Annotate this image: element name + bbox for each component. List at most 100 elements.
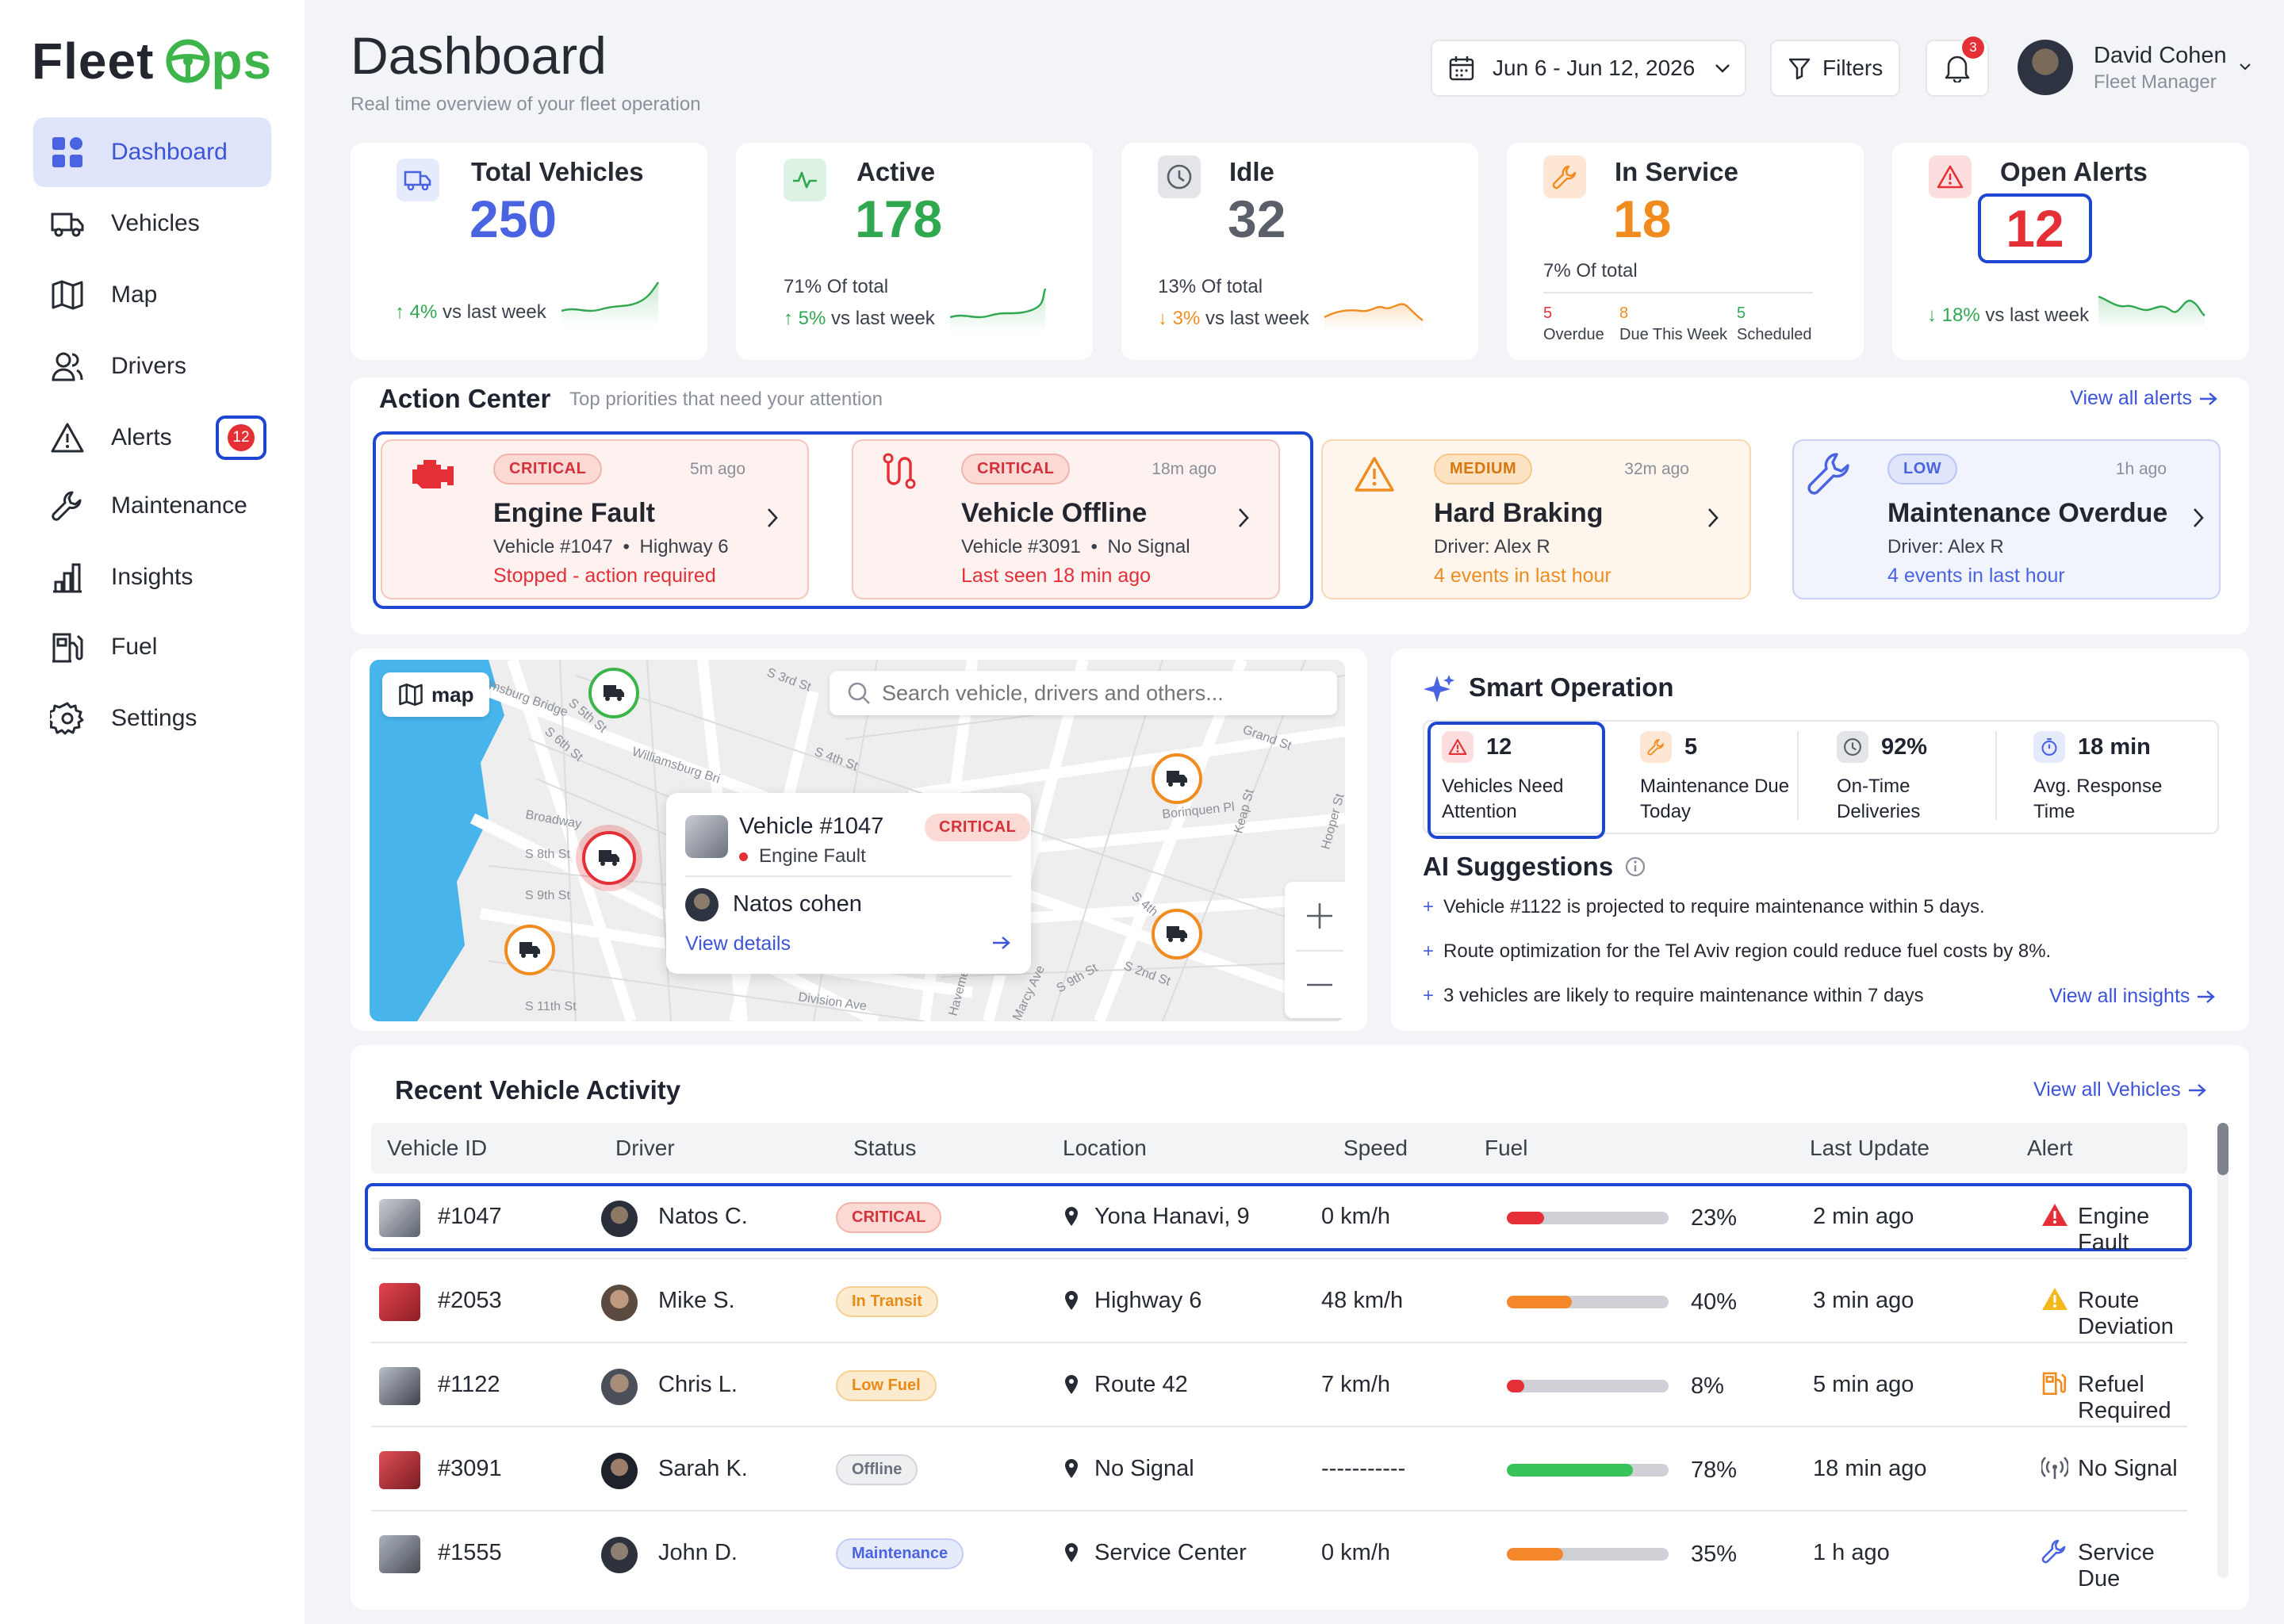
zoom-in-button[interactable]	[1285, 882, 1345, 950]
filter-icon	[1788, 58, 1811, 80]
table-row-2053[interactable]: #2053 Mike S. In Transit Highway 6 48 km…	[371, 1261, 2187, 1343]
alert-vehicle: Vehicle #1047	[493, 536, 613, 557]
sidebar-item-alerts[interactable]: Alerts 12	[33, 403, 271, 473]
column-header[interactable]: Speed	[1343, 1136, 1408, 1161]
alert-vehicle: Vehicle #3091	[961, 536, 1081, 557]
search-icon	[848, 682, 870, 704]
chevron-down-icon	[2240, 63, 2251, 71]
activity-title: Recent Vehicle Activity	[395, 1075, 681, 1105]
page-title: Dashboard	[351, 26, 607, 85]
view-all-insights-link[interactable]: View all insights	[2049, 985, 2217, 1008]
wrench-icon	[1807, 453, 1849, 495]
driver-avatar	[601, 1537, 638, 1573]
action-card-maintenance-overdue[interactable]: LOW 1h ago Maintenance Overdue Driver: A…	[1792, 439, 2221, 599]
truck-icon	[599, 850, 619, 866]
kpi-card-active[interactable]: Active 178 71% Of total ↑ 5% vs last wee…	[736, 143, 1093, 360]
popup-vehicle-id: Vehicle #1047	[739, 814, 884, 839]
sidebar-item-settings[interactable]: Settings	[33, 684, 271, 753]
stat-maintenance-due[interactable]: 5 Maintenance Due Today	[1640, 731, 1799, 825]
action-card-hard-braking[interactable]: MEDIUM 32m ago Hard Braking Driver: Alex…	[1321, 439, 1751, 599]
trend-text: vs last week	[1205, 308, 1309, 329]
vehicle-thumbnail	[379, 1199, 420, 1237]
stat-vehicles-attention[interactable]: 12 Vehicles Need Attention	[1442, 731, 1600, 825]
column-header[interactable]: Last Update	[1810, 1136, 1930, 1161]
vehicle-marker-orange[interactable]	[1152, 909, 1202, 959]
vehicle-marker-orange[interactable]	[504, 925, 555, 975]
column-header[interactable]: Alert	[2027, 1136, 2073, 1161]
action-center-subtitle: Top priorities that need your attention	[569, 389, 883, 410]
column-header[interactable]: Location	[1063, 1136, 1147, 1161]
kpi-card-total-vehicles[interactable]: Total Vehicles 250 ↑ 4% vs last week	[351, 143, 707, 360]
vehicle-popup[interactable]: Vehicle #1047 CRITICAL Engine Fault Nato…	[666, 793, 1031, 974]
breakdown-label: Due This Week	[1619, 326, 1727, 343]
map-canvas[interactable]: msburg Bridge S 5th St S 6th St Williams…	[370, 660, 1345, 1021]
kpi-percent: 13% Of total	[1158, 276, 1263, 297]
column-header[interactable]: Driver	[615, 1136, 675, 1161]
alert-title: Hard Braking	[1434, 498, 1604, 528]
vehicle-id: #1555	[438, 1540, 502, 1565]
stat-response-time[interactable]: 18 min Avg. Response Time	[2033, 731, 2192, 825]
fuel-bar	[1507, 1464, 1669, 1477]
map-view-chip[interactable]: map	[382, 672, 490, 717]
driver-avatar	[601, 1285, 638, 1321]
kpi-label: Idle	[1229, 157, 1274, 186]
action-card-vehicle-offline[interactable]: CRITICAL 18m ago Vehicle Offline Vehicle…	[852, 439, 1280, 599]
user-avatar[interactable]	[2018, 40, 2073, 95]
sidebar-item-maintenance[interactable]: Maintenance	[33, 471, 271, 541]
warning-icon	[2041, 1286, 2068, 1313]
sidebar-item-label: Maintenance	[111, 492, 247, 519]
action-card-engine-fault[interactable]: CRITICAL 5m ago Engine Fault Vehicle #10…	[381, 439, 809, 599]
view-all-vehicles-link[interactable]: View all Vehicles	[2033, 1078, 2208, 1101]
kpi-card-in-service[interactable]: In Service 18 7% Of total 5 Overdue 8 Due …	[1507, 143, 1864, 360]
kpi-card-open-alerts[interactable]: Open Alerts 12 ↓ 18% vs last week	[1892, 143, 2249, 360]
severity-pill: MEDIUM	[1434, 454, 1533, 485]
scrollbar-thumb[interactable]	[2217, 1123, 2228, 1175]
location-pin-icon	[1065, 1291, 1078, 1310]
table-scrollbar[interactable]	[2217, 1123, 2228, 1578]
map-search[interactable]	[830, 671, 1337, 715]
notifications-button[interactable]: 3	[1926, 36, 1989, 97]
sidebar-item-vehicles[interactable]: Vehicles	[33, 189, 271, 259]
logo-ops: ps	[154, 32, 272, 90]
table-row-1047[interactable]: #1047 Natos C. CRITICAL Yona Hanavi, 9 0…	[371, 1177, 2187, 1259]
divider	[1543, 292, 1813, 293]
vehicle-marker-critical[interactable]	[582, 831, 636, 885]
search-input[interactable]	[882, 680, 1326, 706]
speed-value: 7 km/h	[1321, 1372, 1391, 1397]
column-header[interactable]: Fuel	[1485, 1136, 1527, 1161]
table-row-3091[interactable]: #3091 Sarah K. Offline No Signal -------…	[371, 1429, 2187, 1511]
sidebar-item-map[interactable]: Map	[33, 260, 271, 330]
filters-button[interactable]: Filters	[1770, 40, 1900, 97]
table-row-1555[interactable]: #1555 John D. Maintenance Service Center…	[371, 1513, 2187, 1595]
stat-on-time[interactable]: 92% On-Time Deliveries	[1837, 731, 1995, 825]
zoom-out-button[interactable]	[1285, 952, 1345, 1018]
column-header[interactable]: Vehicle ID	[387, 1136, 487, 1161]
sparkline	[950, 288, 1047, 333]
vehicle-marker-green[interactable]	[588, 668, 639, 718]
chevron-right-icon	[1708, 508, 1719, 527]
app-logo[interactable]: Fleet ps	[32, 32, 272, 90]
sidebar-item-drivers[interactable]: Drivers	[33, 331, 271, 401]
users-icon	[49, 348, 86, 385]
column-header[interactable]: Status	[853, 1136, 916, 1161]
chevron-right-icon	[2194, 508, 2204, 527]
wrench-icon	[1640, 731, 1672, 763]
kpi-card-idle[interactable]: Idle 32 13% Of total ↓ 3% vs last week	[1121, 143, 1478, 360]
vehicle-thumbnail	[379, 1367, 420, 1405]
view-all-alerts-link[interactable]: View all alerts	[2070, 387, 2219, 410]
alert-text: Refuel Required	[2078, 1372, 2171, 1423]
sidebar-item-insights[interactable]: Insights	[33, 542, 271, 612]
chip-label: map	[431, 682, 474, 707]
sidebar-item-fuel[interactable]: Fuel	[33, 612, 271, 682]
divider	[685, 875, 1012, 877]
view-details-link[interactable]: View details	[685, 933, 791, 956]
date-range-picker[interactable]: Jun 6 - Jun 12, 2026	[1431, 40, 1746, 97]
speed-value: -----------	[1321, 1456, 1406, 1481]
sidebar-item-dashboard[interactable]: Dashboard	[33, 117, 271, 187]
alert-status: 4 events in last hour	[1434, 565, 1611, 587]
stat-value: 18 min	[2078, 733, 2151, 760]
arrow-right-icon	[2198, 990, 2216, 1003]
table-row-1122[interactable]: #1122 Chris L. Low Fuel Route 42 7 km/h …	[371, 1345, 2187, 1427]
vehicle-marker-orange[interactable]	[1152, 753, 1202, 804]
date-range-value: Jun 6 - Jun 12, 2026	[1493, 56, 1696, 80]
